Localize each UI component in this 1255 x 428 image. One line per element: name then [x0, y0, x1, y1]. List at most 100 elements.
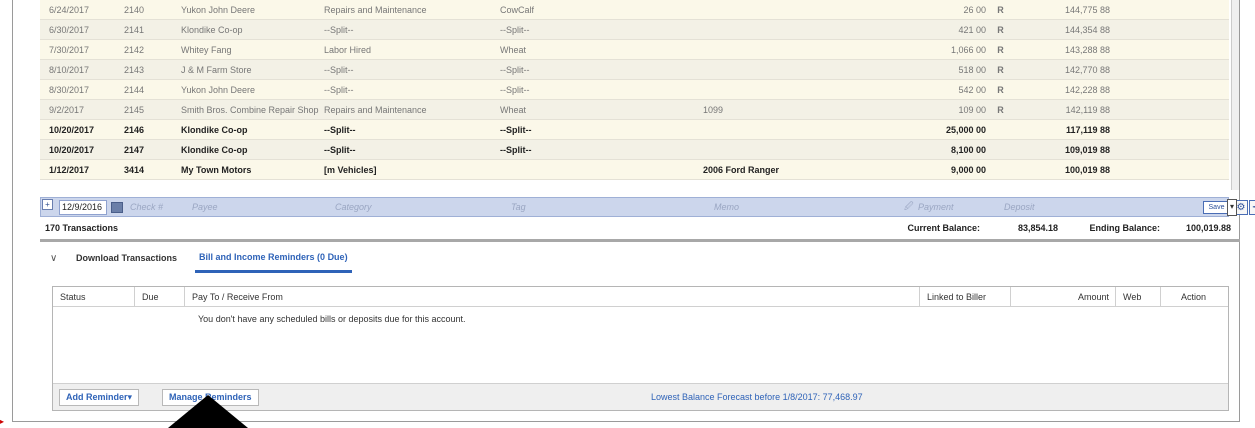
transaction-check-number: 2143 [124, 64, 145, 75]
transaction-payment: 109 00 [958, 104, 986, 115]
column-linked-to-biller[interactable]: Linked to Biller [920, 286, 1011, 307]
transaction-balance: 144,775 88 [1064, 4, 1110, 15]
transaction-date: 6/30/2017 [49, 24, 90, 35]
transaction-balance: 100,019 88 [1064, 164, 1110, 175]
red-corner-icon: ▸ [0, 417, 5, 426]
transaction-check-number: 2141 [124, 24, 145, 35]
transaction-balance: 144,354 88 [1064, 24, 1110, 35]
memo-input[interactable]: Memo [711, 202, 901, 212]
transaction-register: 6/24/2017 2140 Yukon John Deere Repairs and… [40, 0, 1229, 217]
transaction-payee: Klondike Co-op [181, 144, 248, 155]
transaction-payee: Yukon John Deere [181, 84, 256, 95]
column-amount[interactable]: Amount [1011, 286, 1116, 307]
pane-splitter[interactable] [40, 239, 1240, 242]
transaction-memo: 2006 Ford Ranger [703, 164, 780, 175]
column-due[interactable]: Due [135, 286, 185, 307]
transaction-check-number: 2142 [124, 44, 145, 55]
new-transaction-row[interactable]: 12/9/2016 Check # Payee Category Tag Mem… [40, 197, 1255, 217]
ending-balance-value: 100,019.88 [1185, 223, 1231, 233]
chevron-down-icon: ▾ [127, 392, 133, 402]
pointer-arrow-icon [168, 395, 248, 428]
save-button[interactable]: Save [1203, 201, 1230, 214]
payment-input[interactable]: Payment [915, 202, 1001, 212]
transaction-row[interactable]: 1/12/2017 3414 My Town Motors [m Vehicles] 2… [40, 160, 1229, 180]
column-action[interactable]: Action [1161, 287, 1228, 307]
transaction-payment: 8,100 00 [950, 144, 986, 155]
transaction-date: 8/30/2017 [49, 84, 90, 95]
transaction-tag: Wheat [500, 44, 527, 55]
transaction-check-number: 3414 [124, 164, 145, 175]
transaction-category: --Split-- [324, 144, 356, 155]
transaction-check-number: 2147 [124, 144, 145, 155]
transaction-payment: 25,000 00 [945, 124, 986, 135]
collapse-chevron-icon[interactable]: ∨ [50, 253, 62, 264]
transaction-payee: Klondike Co-op [181, 24, 243, 35]
tab-bill-income-reminders[interactable]: Bill and Income Reminders (0 Due) [195, 243, 352, 273]
transaction-memo: 1099 [703, 104, 724, 115]
transaction-tag: --Split-- [500, 24, 530, 35]
column-pay-to[interactable]: Pay To / Receive From [185, 286, 920, 307]
transaction-row[interactable]: 10/20/2017 2147 Klondike Co-op --Split-- --S… [40, 140, 1229, 160]
transaction-check-number: 2146 [124, 124, 145, 135]
transaction-payee: Yukon John Deere [181, 4, 256, 15]
transaction-payee: Klondike Co-op [181, 124, 248, 135]
transaction-payee: Smith Bros. Combine Repair Shop [181, 104, 319, 115]
register-totals: 170 Transactions Current Balance: 83,854… [40, 217, 1237, 239]
add-reminder-label: Add Reminder [66, 392, 128, 402]
transaction-cleared-status: R [997, 64, 1004, 75]
add-reminder-button[interactable]: Add Reminder▾ [59, 389, 140, 406]
transaction-row[interactable]: 9/2/2017 2145 Smith Bros. Combine Repair S… [40, 100, 1229, 120]
reminders-grid-header: Status Due Pay To / Receive From Linked … [53, 286, 1228, 307]
transaction-check-number: 2144 [124, 84, 145, 95]
transaction-tag: --Split-- [500, 84, 530, 95]
transaction-category: --Split-- [324, 84, 354, 95]
transaction-tag: --Split-- [500, 64, 530, 75]
transaction-date: 7/30/2017 [49, 44, 90, 55]
transaction-cleared-status: R [997, 4, 1004, 15]
transaction-balance: 143,288 88 [1064, 44, 1110, 55]
transaction-row[interactable]: 6/24/2017 2140 Yukon John Deere Repairs and… [40, 0, 1229, 20]
transaction-date: 1/12/2017 [49, 164, 90, 175]
current-balance-label: Current Balance: [907, 223, 980, 233]
vertical-scrollbar[interactable] [1231, 0, 1239, 190]
transaction-tag: CowCalf [500, 4, 535, 15]
transaction-payment: 26 00 [963, 4, 986, 15]
category-input[interactable]: Category [332, 202, 508, 212]
payee-input[interactable]: Payee [189, 202, 332, 212]
check-number-input[interactable]: Check # [127, 202, 189, 212]
transaction-row[interactable]: 8/10/2017 2143 J & M Farm Store --Split-- --… [40, 60, 1229, 80]
column-status[interactable]: Status [53, 286, 135, 307]
tag-input[interactable]: Tag [508, 202, 711, 212]
lower-pane-tabs: ∨ Download Transactions Bill and Income … [40, 243, 1237, 273]
transaction-date: 10/20/2017 [49, 124, 95, 135]
transaction-payment: 421 00 [958, 24, 986, 35]
transaction-payment: 542 00 [958, 84, 986, 95]
transaction-row[interactable]: 6/30/2017 2141 Klondike Co-op --Split-- --Sp… [40, 20, 1229, 40]
transaction-payment: 1,066 00 [950, 44, 986, 55]
transaction-row[interactable]: 7/30/2017 2142 Whitey Fang Labor Hired Wheat… [40, 40, 1229, 60]
balance-forecast-link[interactable]: Lowest Balance Forecast before 1/8/2017:… [651, 384, 863, 410]
transaction-category: Repairs and Maintenance [324, 104, 427, 115]
transaction-balance: 117,119 88 [1065, 124, 1110, 135]
deposit-input[interactable]: Deposit [1001, 202, 1061, 212]
transaction-payee: My Town Motors [181, 164, 252, 175]
attachment-icon[interactable]: 🖉 [901, 199, 915, 215]
date-input[interactable]: 12/9/2016 [59, 199, 107, 215]
entry-menu-chevron-down-icon[interactable]: ▾ [1227, 199, 1237, 216]
transaction-row[interactable]: 8/30/2017 2144 Yukon John Deere --Split-- --… [40, 80, 1229, 100]
expand-entry-icon[interactable]: + [42, 199, 53, 210]
transaction-date: 6/24/2017 [49, 4, 90, 15]
transaction-category: Repairs and Maintenance [324, 4, 427, 15]
tab-download-transactions[interactable]: Download Transactions [76, 243, 177, 273]
transaction-payment: 9,000 00 [950, 164, 986, 175]
transaction-row[interactable]: 10/20/2017 2146 Klondike Co-op --Split-- --S… [40, 120, 1229, 140]
transaction-balance: 142,770 88 [1064, 64, 1110, 75]
split-icon[interactable]: ⊰ [1249, 200, 1255, 215]
transaction-payee: J & M Farm Store [181, 64, 252, 75]
column-web[interactable]: Web [1116, 286, 1161, 307]
transaction-tag: --Split-- [500, 144, 532, 155]
calendar-icon[interactable] [111, 201, 123, 213]
transaction-category: --Split-- [324, 24, 354, 35]
transaction-balance: 142,228 88 [1064, 84, 1110, 95]
transaction-category: Labor Hired [324, 44, 372, 55]
